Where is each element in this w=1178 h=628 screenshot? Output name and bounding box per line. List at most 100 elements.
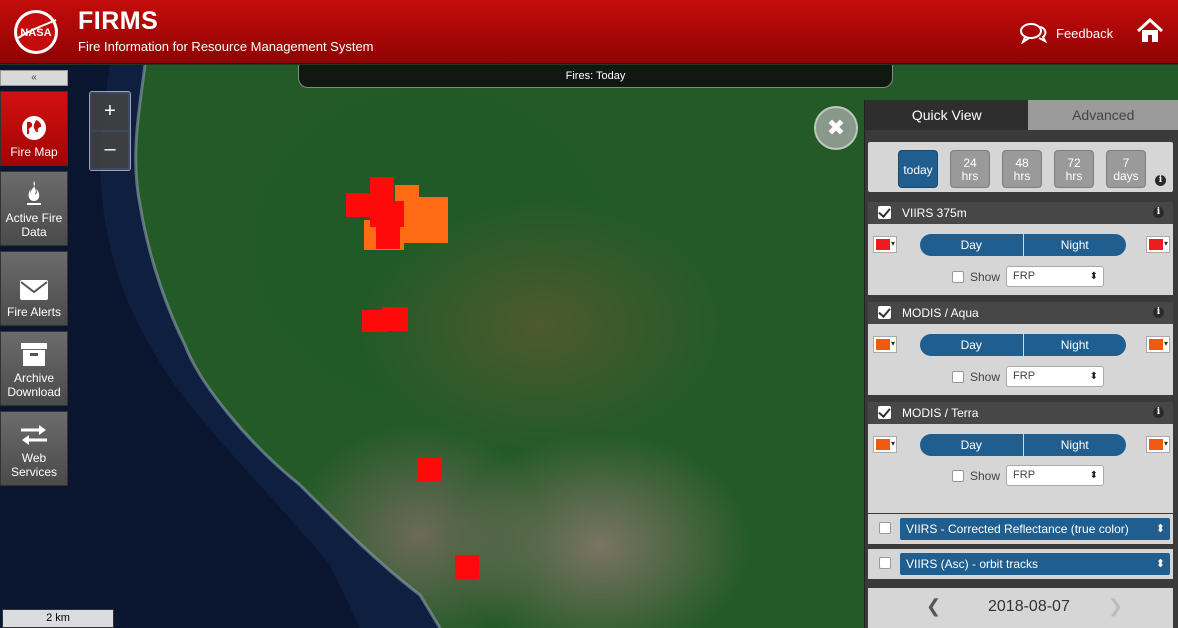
night-toggle[interactable]: Night — [1024, 434, 1127, 456]
tab-quick-view[interactable]: Quick View — [865, 100, 1029, 130]
nav-item-fire-map[interactable]: Fire Map — [0, 91, 68, 166]
show-option-row: Show FRP — [952, 266, 1105, 287]
fire-pixel[interactable] — [382, 307, 408, 331]
layer-checkbox[interactable] — [878, 406, 891, 419]
date-navigator: ❮ 2018-08-07 ❯ — [868, 588, 1173, 628]
overlay-row-corrected-reflectance: VIIRS - Corrected Reflectance (true colo… — [868, 514, 1173, 544]
time-range-selector: today 24 hrs 48 hrs 72 hrs 7 days i — [868, 142, 1173, 192]
night-toggle[interactable]: Night — [1024, 334, 1127, 356]
time-button-48hrs[interactable]: 48 hrs — [1002, 150, 1042, 188]
layer-panel: Quick View Advanced today 24 hrs 48 hrs 72… — [864, 100, 1178, 628]
tab-advanced[interactable]: Advanced — [1028, 100, 1178, 130]
nav-item-label: Fire Alerts — [6, 305, 61, 319]
color-swatch — [1149, 439, 1163, 450]
previous-date-button[interactable]: ❮ — [926, 596, 941, 617]
day-toggle[interactable]: Day — [920, 434, 1024, 456]
time-button-72hrs[interactable]: 72 hrs — [1054, 150, 1094, 188]
time-button-label: 7 — [1122, 156, 1130, 170]
archive-box-icon — [21, 343, 47, 366]
zoom-in-button[interactable]: + — [92, 94, 128, 130]
feedback-label: Feedback — [1056, 25, 1114, 41]
layer-modis-aqua: MODIS / Aqua i Day Night Show FRP — [868, 302, 1173, 395]
map-scale-bar: 2 km — [2, 609, 114, 628]
time-button-label: 48 — [1015, 156, 1029, 170]
show-checkbox[interactable] — [952, 469, 964, 482]
fire-pixel[interactable] — [370, 177, 394, 201]
night-color-picker[interactable] — [1146, 236, 1170, 253]
day-night-toggle: Day Night — [920, 434, 1126, 456]
time-button-today[interactable]: today — [898, 150, 938, 188]
nav-item-active-fire-data[interactable]: Active Fire Data — [0, 171, 68, 246]
app-subtitle: Fire Information for Resource Management… — [78, 39, 374, 54]
day-toggle[interactable]: Day — [920, 234, 1024, 256]
overlay-select[interactable]: VIIRS (Asc) - orbit tracks — [900, 553, 1170, 575]
show-select[interactable]: FRP — [1006, 266, 1105, 287]
day-night-toggle: Day Night — [920, 334, 1126, 356]
night-color-picker[interactable] — [1146, 436, 1170, 453]
fire-pixel[interactable] — [455, 555, 479, 579]
nasa-logo[interactable]: NASA — [12, 8, 60, 56]
flame-icon — [27, 181, 41, 205]
feedback-button[interactable]: Feedback — [1020, 22, 1113, 44]
day-color-picker[interactable] — [873, 436, 897, 453]
show-select[interactable]: FRP — [1006, 465, 1105, 486]
app-header: NASA FIRMS Fire Information for Resource… — [0, 0, 1178, 64]
envelope-icon — [20, 280, 48, 300]
time-button-24hrs[interactable]: 24 hrs — [950, 150, 990, 188]
layer-header: VIIRS 375m i — [868, 202, 1173, 224]
day-toggle[interactable]: Day — [920, 334, 1024, 356]
overlay-select[interactable]: VIIRS - Corrected Reflectance (true colo… — [900, 518, 1170, 540]
day-color-picker[interactable] — [873, 336, 897, 353]
nav-item-archive-download[interactable]: Archive Download — [0, 331, 68, 406]
show-select[interactable]: FRP — [1006, 366, 1105, 387]
layer-checkbox[interactable] — [878, 306, 891, 319]
fire-pixel[interactable] — [417, 457, 441, 481]
layer-modis-terra: MODIS / Terra i Day Night Show FRP — [868, 402, 1173, 495]
info-icon[interactable]: i — [1153, 207, 1164, 218]
time-button-label: 24 — [963, 156, 977, 170]
info-icon[interactable]: i — [1155, 175, 1166, 186]
fire-pixel[interactable] — [346, 193, 372, 217]
chat-bubbles-icon — [1020, 23, 1048, 44]
time-button-unit: hrs — [1013, 169, 1031, 183]
overlay-checkbox[interactable] — [879, 557, 891, 569]
info-icon[interactable]: i — [1153, 407, 1164, 418]
color-swatch — [876, 239, 890, 250]
night-toggle[interactable]: Night — [1024, 234, 1127, 256]
nav-collapse-button[interactable]: « — [0, 70, 68, 86]
night-color-picker[interactable] — [1146, 336, 1170, 353]
day-color-picker[interactable] — [873, 236, 897, 253]
nav-item-web-services[interactable]: Web Services — [0, 411, 68, 486]
overlay-row-orbit-tracks: VIIRS (Asc) - orbit tracks — [868, 549, 1173, 579]
color-swatch — [1149, 339, 1163, 350]
show-checkbox[interactable] — [952, 270, 964, 283]
layer-header: MODIS / Terra i — [868, 402, 1173, 424]
zoom-control: + – — [89, 91, 131, 171]
left-nav: « Fire Map Active Fire Data Fire Alerts … — [0, 70, 68, 486]
next-date-button[interactable]: ❯ — [1108, 596, 1123, 617]
time-button-7days[interactable]: 7 days — [1106, 150, 1146, 188]
nav-item-label: Active Fire Data — [5, 211, 63, 239]
show-option-row: Show FRP — [952, 465, 1105, 486]
show-option-row: Show FRP — [952, 366, 1105, 387]
zoom-out-button[interactable]: – — [92, 132, 128, 168]
home-icon[interactable] — [1137, 18, 1163, 44]
overlay-checkbox[interactable] — [879, 522, 891, 534]
layer-header: MODIS / Aqua i — [868, 302, 1173, 324]
info-icon[interactable]: i — [1153, 307, 1164, 318]
time-button-unit: hrs — [1065, 169, 1083, 183]
color-swatch — [1149, 239, 1163, 250]
nav-item-fire-alerts[interactable]: Fire Alerts — [0, 251, 68, 326]
nasa-logo-text: NASA — [20, 27, 51, 39]
time-button-unit: days — [1113, 169, 1139, 183]
fire-pixel[interactable] — [370, 201, 404, 227]
arrows-swap-icon — [21, 425, 47, 445]
fire-pixel[interactable] — [402, 197, 448, 243]
layer-name: MODIS / Terra — [902, 406, 979, 420]
fire-pixel[interactable] — [376, 225, 400, 249]
layer-checkbox[interactable] — [878, 206, 891, 219]
panel-spacer — [868, 495, 1173, 513]
panel-tabs: Quick View Advanced — [865, 100, 1178, 130]
show-checkbox[interactable] — [952, 370, 964, 383]
close-panel-button[interactable]: ✖ — [814, 106, 858, 150]
